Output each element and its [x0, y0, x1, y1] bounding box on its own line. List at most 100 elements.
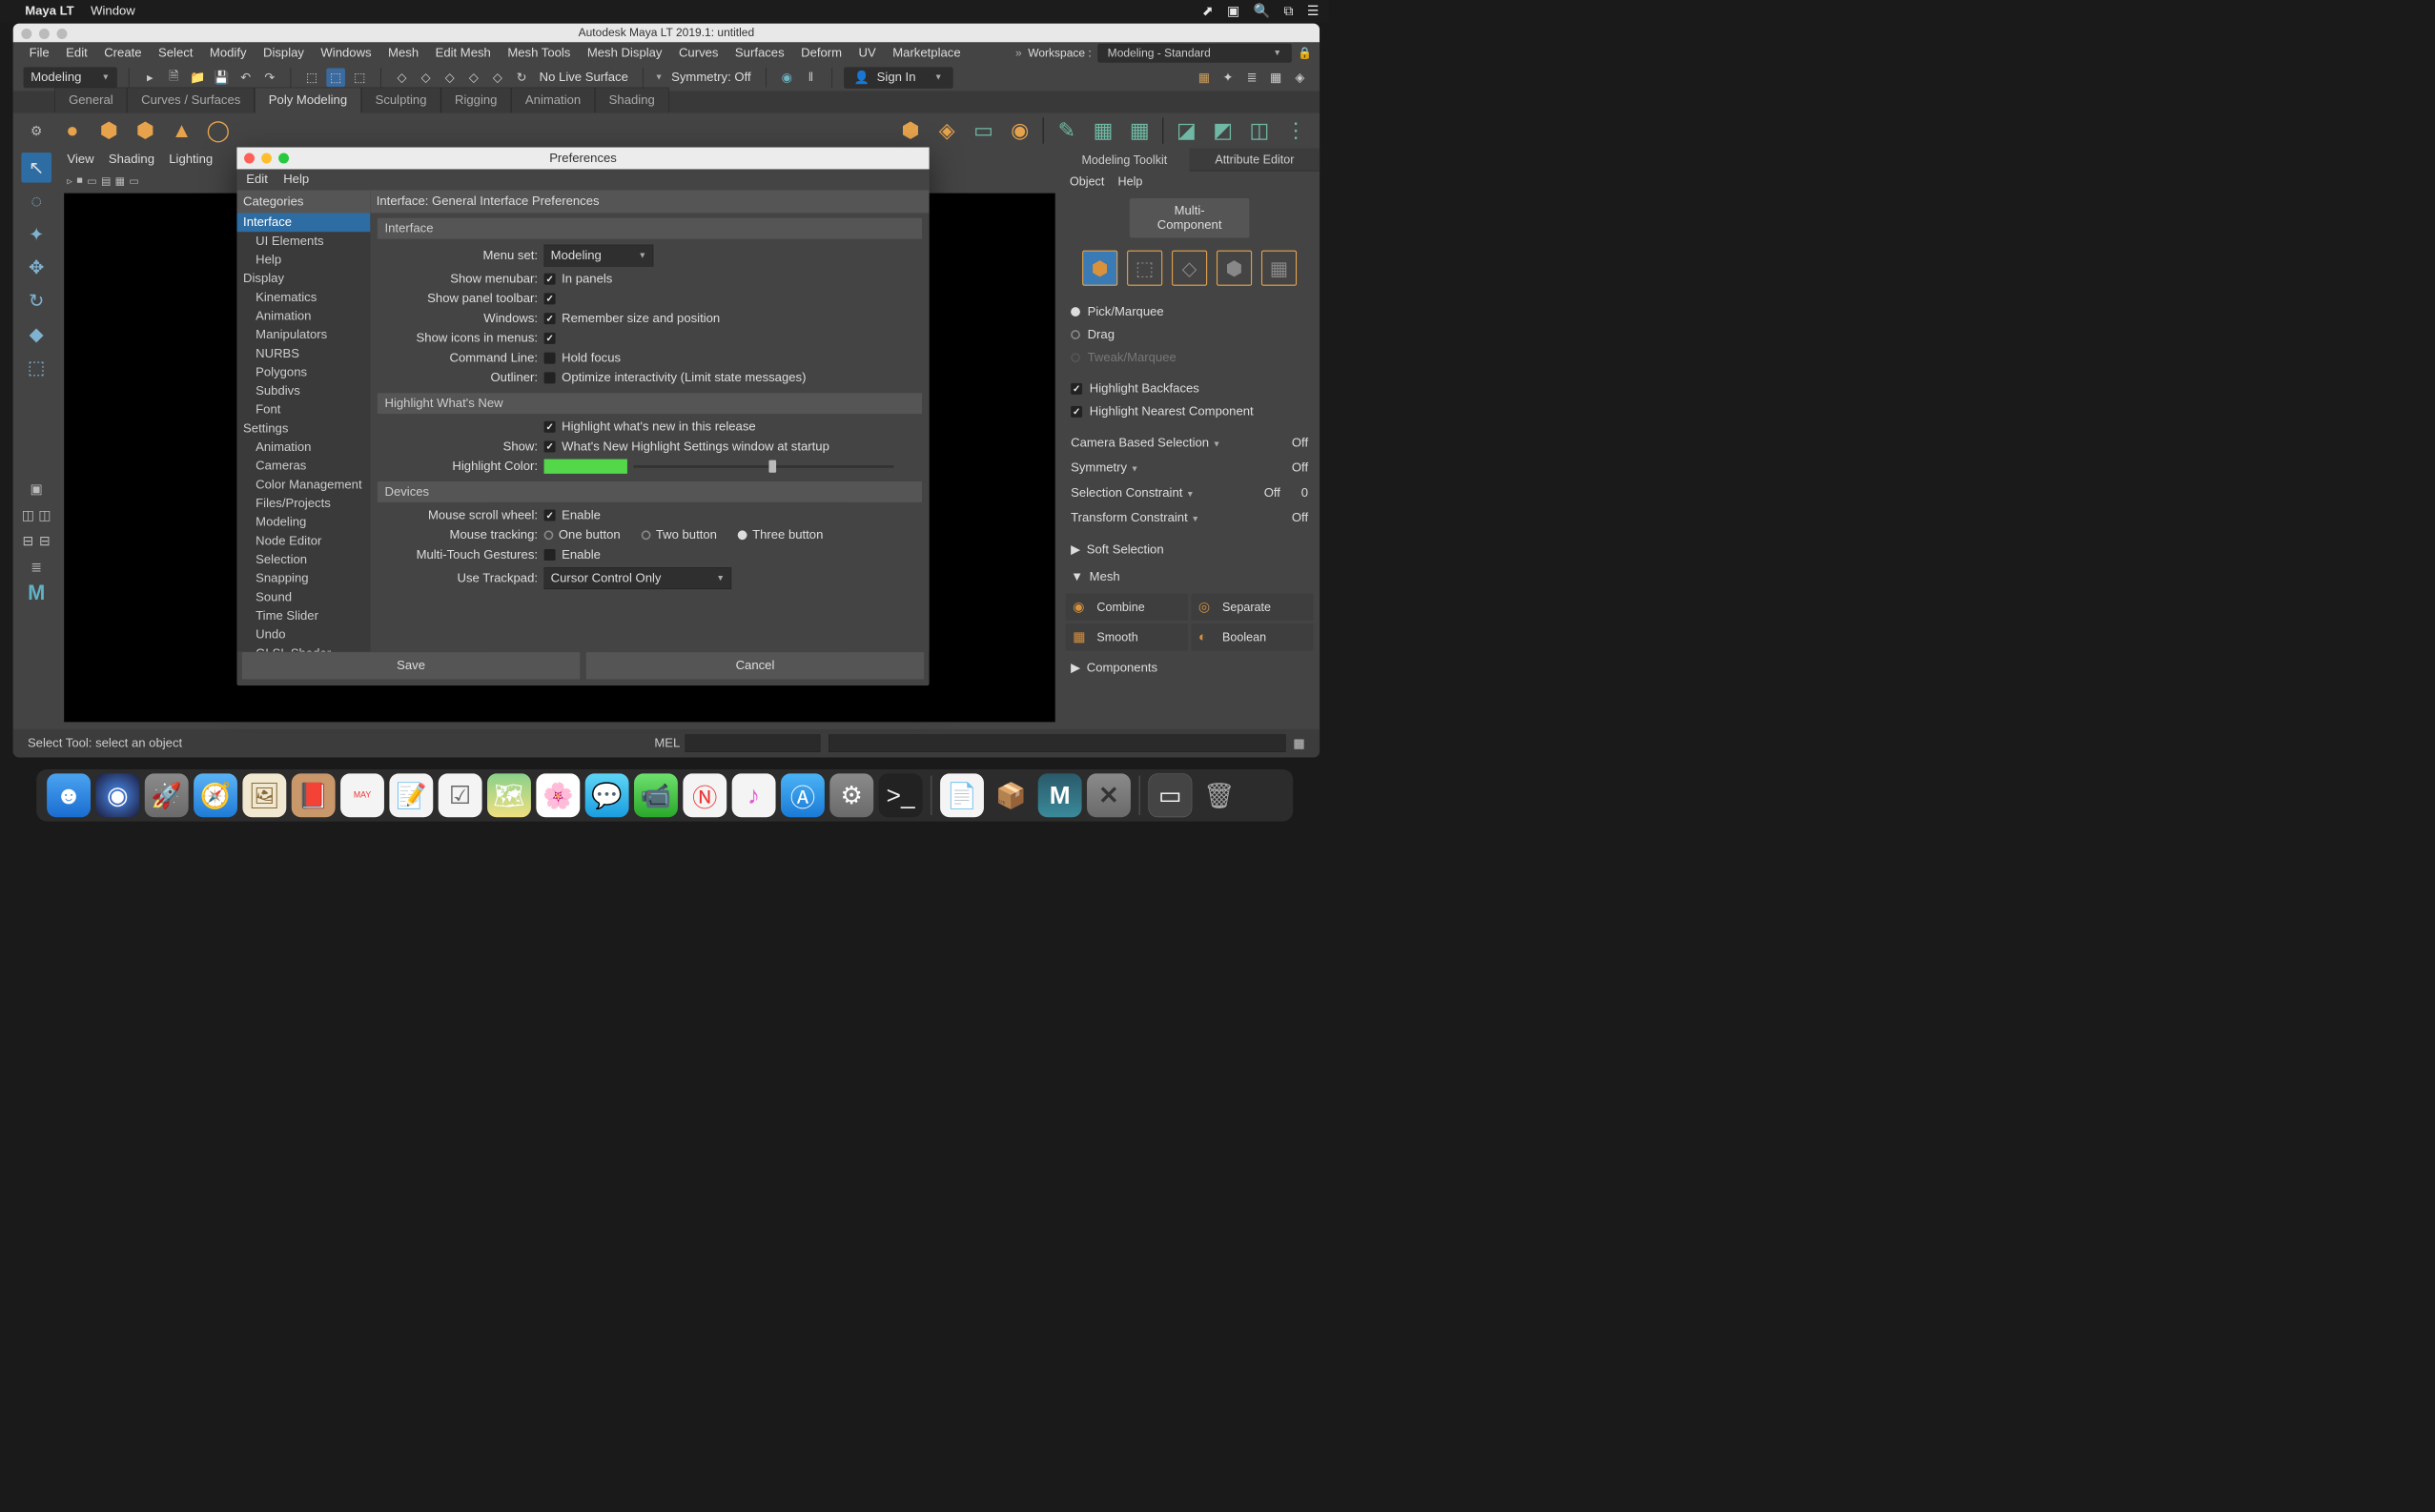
panel-icon-1[interactable]: ▦: [1195, 69, 1214, 88]
minimize-button[interactable]: [39, 29, 50, 39]
image-plane-icon[interactable]: ▤: [101, 174, 111, 188]
menu-marketplace[interactable]: Marketplace: [885, 42, 970, 65]
category-item[interactable]: NURBS: [236, 344, 370, 363]
undo-icon[interactable]: ↶: [236, 69, 256, 88]
notes-icon[interactable]: 📝: [389, 773, 433, 817]
siri-icon[interactable]: ◉: [95, 773, 139, 817]
checkbox[interactable]: ✓: [544, 293, 556, 304]
display-status-icon[interactable]: ▣: [1227, 3, 1239, 19]
components-section[interactable]: ▶ Components: [1059, 654, 1320, 682]
messages-icon[interactable]: 💬: [585, 773, 629, 817]
prefs-close-button[interactable]: [244, 153, 255, 164]
face-mode-icon[interactable]: ⬢: [1217, 251, 1252, 286]
redo-icon[interactable]: ↷: [260, 69, 279, 88]
tab-attribute-editor[interactable]: Attribute Editor: [1190, 149, 1320, 172]
layout-left-icon[interactable]: ◫: [21, 503, 34, 526]
menu-meshdisplay[interactable]: Mesh Display: [579, 42, 670, 65]
panel-shading-menu[interactable]: Shading: [109, 152, 154, 166]
poly-torus-icon[interactable]: ◯: [205, 117, 232, 144]
category-item[interactable]: Selection: [236, 550, 370, 569]
terminal-icon[interactable]: >_: [879, 773, 923, 817]
shelf-tab-general[interactable]: General: [54, 88, 127, 113]
category-item[interactable]: Polygons: [236, 363, 370, 382]
category-item[interactable]: Sound: [236, 587, 370, 606]
select-hierarchy-icon[interactable]: ⬚: [302, 69, 321, 88]
zoom-button[interactable]: [57, 29, 68, 39]
separate-button[interactable]: ◎Separate: [1191, 593, 1313, 620]
snap-view-icon[interactable]: ◇: [464, 69, 483, 88]
category-item[interactable]: Manipulators: [236, 325, 370, 344]
prefs-edit-menu[interactable]: Edit: [246, 173, 268, 187]
tab-modeling-toolkit[interactable]: Modeling Toolkit: [1059, 149, 1190, 172]
menu-meshtools[interactable]: Mesh Tools: [500, 42, 580, 65]
new-scene-icon[interactable]: ▸: [140, 69, 159, 88]
menu-surfaces[interactable]: Surfaces: [726, 42, 792, 65]
finder-icon[interactable]: ☻: [47, 773, 91, 817]
snap-live-icon[interactable]: ◇: [488, 69, 507, 88]
panel-icon-4[interactable]: ▦: [1266, 69, 1285, 88]
category-item[interactable]: Node Editor: [236, 531, 370, 550]
shelf-tab-sculpting[interactable]: Sculpting: [361, 88, 440, 113]
shelf-tool1-icon[interactable]: ✎: [1054, 117, 1080, 144]
layout-bottom-icon[interactable]: ⊟: [38, 529, 51, 552]
scroll-wheel-checkbox[interactable]: ✓: [544, 510, 556, 521]
layout-top-icon[interactable]: ⊟: [21, 529, 34, 552]
edge-mode-icon[interactable]: ◇: [1172, 251, 1207, 286]
live-surface-label[interactable]: No Live Surface: [536, 71, 631, 85]
shelf-intersect-icon[interactable]: ◫: [1246, 117, 1273, 144]
transform-constraint[interactable]: Transform Constraint ▼ Off: [1059, 505, 1320, 530]
window-menu[interactable]: Window: [91, 4, 135, 18]
category-item[interactable]: Animation: [236, 307, 370, 326]
shelf-tab-shading[interactable]: Shading: [595, 88, 669, 113]
snap-grid-icon[interactable]: ◇: [393, 69, 412, 88]
command-feedback[interactable]: [829, 734, 1285, 752]
itunes-icon[interactable]: ♪: [732, 773, 776, 817]
soft-selection-section[interactable]: ▶ Soft Selection: [1059, 536, 1320, 563]
menu-file[interactable]: File: [21, 42, 58, 65]
category-item[interactable]: Font: [236, 400, 370, 419]
command-input[interactable]: [685, 734, 821, 752]
highlight-color-swatch[interactable]: [544, 460, 627, 474]
checkbox[interactable]: ✓: [544, 274, 556, 285]
textedit-icon[interactable]: 📄: [940, 773, 984, 817]
checkbox[interactable]: ✓: [544, 313, 556, 324]
menu-curves[interactable]: Curves: [670, 42, 726, 65]
layout-single-icon[interactable]: ▣: [21, 478, 51, 501]
safari-icon[interactable]: 🧭: [194, 773, 237, 817]
signin-button[interactable]: 👤 Sign In ▼: [844, 67, 953, 88]
shelf-tab-curves[interactable]: Curves / Surfaces: [127, 88, 255, 113]
select-object-icon[interactable]: ⬚: [326, 69, 345, 88]
shelf-tool2-icon[interactable]: ▦: [1090, 117, 1116, 144]
checkbox[interactable]: [544, 353, 556, 364]
shelf-tool3-icon[interactable]: ▦: [1126, 117, 1153, 144]
mtk-object-menu[interactable]: Object: [1070, 174, 1104, 189]
menu-editmesh[interactable]: Edit Mesh: [427, 42, 500, 65]
camera-icon[interactable]: ■: [76, 174, 83, 187]
photos-icon[interactable]: 🌸: [536, 773, 580, 817]
appstore-icon[interactable]: Ⓐ: [781, 773, 825, 817]
category-item[interactable]: Kinematics: [236, 288, 370, 307]
boolean-button[interactable]: ◐Boolean: [1191, 623, 1313, 650]
shelf-tab-rigging[interactable]: Rigging: [440, 88, 511, 113]
combine-button[interactable]: ◉Combine: [1066, 593, 1188, 620]
poly-cube-icon[interactable]: ⬢: [95, 117, 122, 144]
xcode-icon[interactable]: ✕: [1087, 773, 1131, 817]
sysprefs-icon[interactable]: ⚙: [829, 773, 873, 817]
menu-modify[interactable]: Modify: [201, 42, 255, 65]
shelf-tab-animation[interactable]: Animation: [511, 88, 595, 113]
symmetry-dropdown-icon[interactable]: ▼: [655, 72, 664, 82]
uv-mode-icon[interactable]: ▦: [1261, 251, 1297, 286]
pick-marquee-option[interactable]: Pick/Marquee: [1059, 300, 1320, 323]
workspace-lock-icon[interactable]: 🔒: [1298, 47, 1312, 60]
symmetry-setting[interactable]: Symmetry ▼ Off: [1059, 456, 1320, 480]
lasso-tool[interactable]: ◌: [21, 186, 51, 216]
control-center-icon[interactable]: ⧉: [1283, 3, 1293, 19]
category-item[interactable]: Settings: [236, 419, 370, 439]
object-mode-icon[interactable]: ⬢: [1082, 251, 1117, 286]
camera-select-icon[interactable]: ▹: [67, 174, 72, 188]
category-item[interactable]: Help: [236, 251, 370, 270]
menu-windows[interactable]: Windows: [313, 42, 380, 65]
menu-edit[interactable]: Edit: [57, 42, 95, 65]
menu-list-icon[interactable]: ☰: [1307, 3, 1320, 19]
shelf-plane-icon[interactable]: ▭: [970, 117, 996, 144]
